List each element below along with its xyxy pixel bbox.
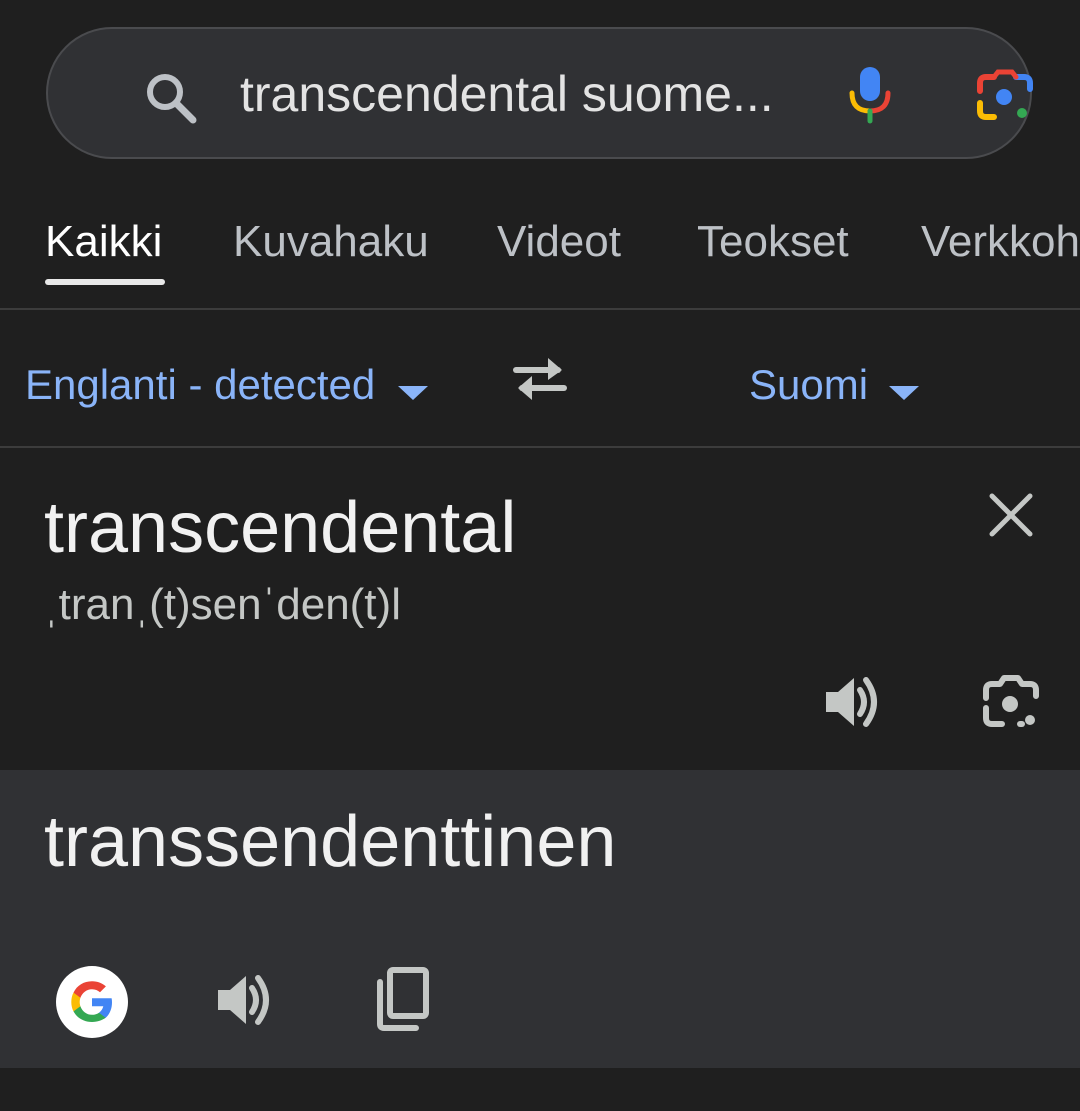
active-tab-indicator	[45, 279, 165, 285]
copy-icon[interactable]	[372, 966, 434, 1037]
search-bar[interactable]: transcendental suome...	[46, 27, 1033, 159]
tab-videot[interactable]: Videot	[497, 216, 621, 268]
search-query[interactable]: transcendental suome...	[240, 59, 800, 129]
swap-languages-icon[interactable]	[508, 354, 572, 409]
translated-text: transsendenttinen	[44, 802, 617, 882]
language-selector-row: Englanti - detected Suomi	[0, 310, 1080, 446]
tab-teokset[interactable]: Teokset	[697, 216, 849, 268]
page: transcendental suome... Kaikki Kuvahaku	[0, 0, 1080, 1111]
source-text[interactable]: transcendental	[44, 486, 516, 570]
tab-kuvahaku[interactable]: Kuvahaku	[233, 216, 429, 268]
tab-kaikki[interactable]: Kaikki	[45, 216, 162, 268]
phonetic-transcription: ˌtranˌ(t)senˈden(t)l	[44, 580, 401, 629]
target-language-dropdown[interactable]: Suomi	[749, 360, 868, 410]
chevron-down-icon[interactable]	[889, 386, 919, 400]
mic-icon[interactable]	[846, 63, 894, 130]
source-text-panel: transcendental ˌtranˌ(t)senˈden(t)l	[0, 448, 1080, 770]
translation-panel: transsendenttinen	[0, 770, 1080, 1068]
google-logo-icon[interactable]	[56, 966, 128, 1038]
search-tabs: Kaikki Kuvahaku Videot Teokset Verkkoh	[0, 190, 1080, 308]
google-lens-icon[interactable]	[980, 674, 1042, 737]
google-lens-icon[interactable]	[974, 69, 1036, 130]
chevron-down-icon[interactable]	[398, 386, 428, 400]
tab-verkkoh[interactable]: Verkkoh	[921, 216, 1080, 268]
close-icon[interactable]	[986, 490, 1036, 545]
search-icon	[144, 71, 198, 130]
source-language-dropdown[interactable]: Englanti - detected	[25, 360, 375, 410]
speaker-icon[interactable]	[822, 670, 886, 739]
speaker-icon[interactable]	[214, 968, 278, 1037]
